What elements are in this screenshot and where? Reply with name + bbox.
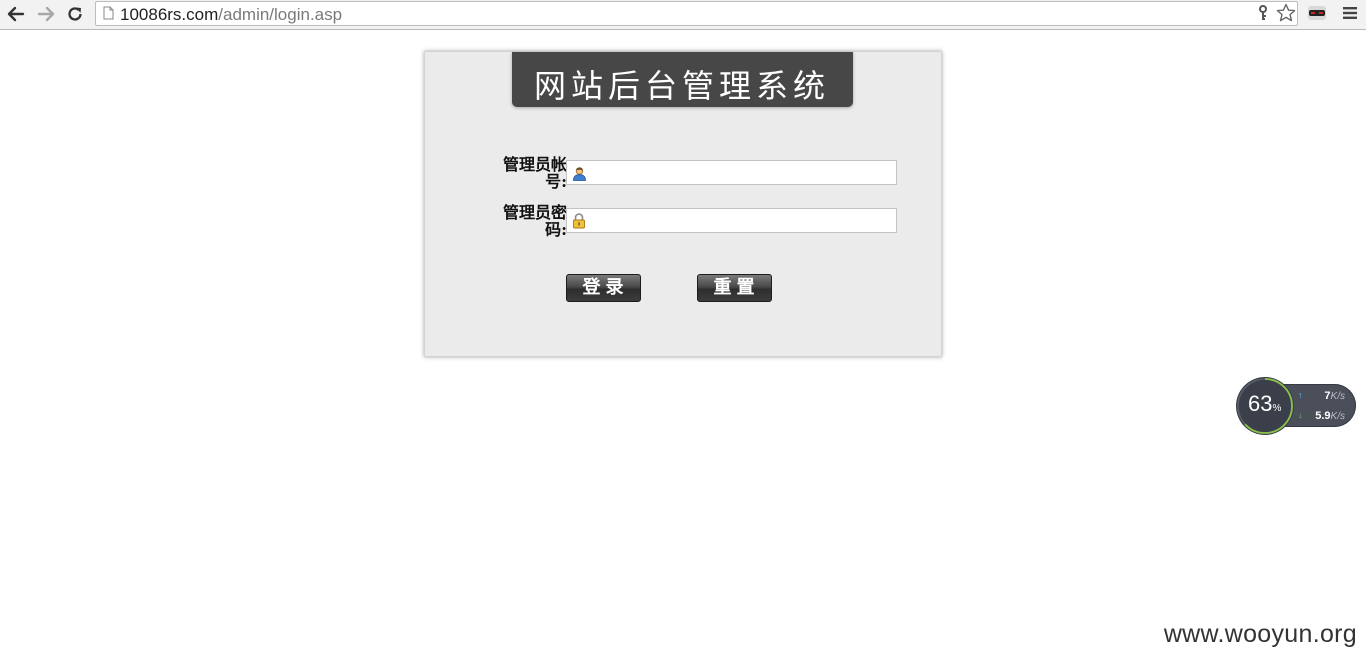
star-icon[interactable] [1276,3,1296,28]
reset-button[interactable]: 重置 [697,274,772,302]
page-title: 网站后台管理系统 [534,67,831,105]
username-label: 管理员帐号: [502,155,567,191]
title-banner: 网站后台管理系统 [512,52,853,107]
download-rate: 5.9K/s [1315,410,1345,422]
user-icon [572,166,587,186]
password-field[interactable] [566,208,897,233]
forward-arrow-icon[interactable] [35,3,57,25]
username-field[interactable] [566,160,897,185]
watermark: www.wooyun.org [1163,620,1357,648]
browser-toolbar: 10086rs.com/admin/login.asp [0,0,1366,30]
network-speed-widget[interactable]: ↑ ↓ 7K/s 5.9K/s 63% [1235,375,1357,437]
password-input[interactable] [589,211,889,229]
username-input[interactable] [589,163,889,181]
reload-icon[interactable] [64,3,86,25]
url-text[interactable]: 10086rs.com/admin/login.asp [120,5,342,25]
usage-percent: 63% [1248,391,1282,416]
upload-rate: 7K/s [1324,390,1345,402]
hamburger-menu-icon[interactable] [1343,6,1357,25]
back-arrow-icon[interactable] [5,3,27,25]
login-panel: 网站后台管理系统 管理员帐号: 管理员密码: 登录 重置 [424,51,942,357]
address-bar[interactable]: 10086rs.com/admin/login.asp [95,1,1298,26]
key-icon[interactable] [1258,5,1268,26]
password-label: 管理员密码: [502,203,567,239]
login-button[interactable]: 登录 [566,274,641,302]
incognito-mask-icon[interactable] [1307,4,1327,27]
page-icon [103,6,114,25]
lock-icon [572,213,586,234]
